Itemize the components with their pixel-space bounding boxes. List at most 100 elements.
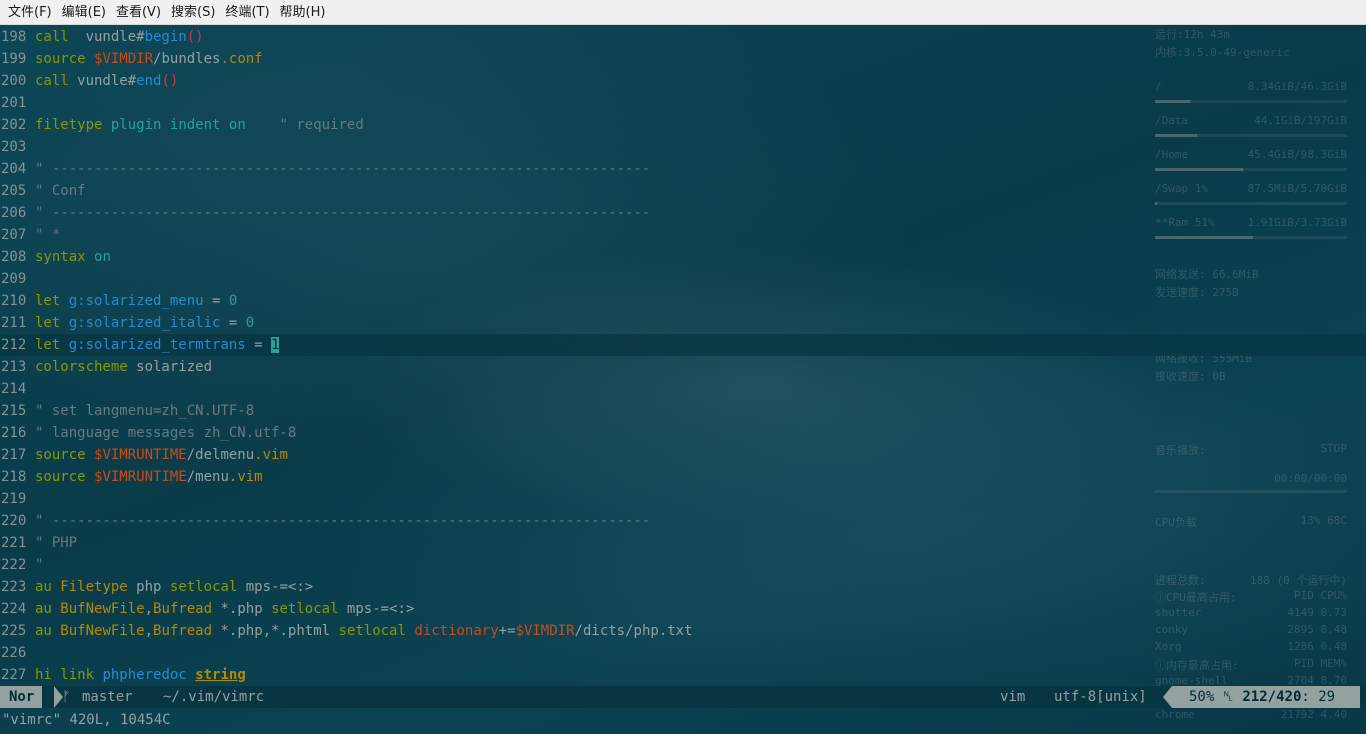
code-line[interactable]: 200 call vundle#end() xyxy=(0,70,1366,92)
line-number: 200 xyxy=(1,73,27,89)
line-code: let g:solarized_menu = 0 xyxy=(35,293,237,309)
line-number: 226 xyxy=(1,645,27,661)
code-token: vundle# xyxy=(68,73,137,89)
code-line[interactable]: 222 " xyxy=(0,554,1366,576)
code-line[interactable]: 209 xyxy=(0,268,1366,290)
code-token: let xyxy=(35,337,61,353)
vim-editor-buffer[interactable]: 198 call vundle#begin() 199 source $VIMDIR/… xyxy=(0,26,1366,686)
menu-edit[interactable]: 编辑(E) xyxy=(57,0,111,25)
code-token: source xyxy=(35,51,86,67)
position-separator xyxy=(1163,686,1172,708)
code-token: $VIMDIR xyxy=(515,623,575,639)
code-token: $VIMRUNTIME xyxy=(94,469,187,485)
code-token: source xyxy=(35,447,86,463)
code-line[interactable]: 225 au BufNewFile,Bufread *.php,*.phtml s… xyxy=(0,620,1366,642)
code-line[interactable]: 216 " language messages zh_CN.utf-8 xyxy=(0,422,1366,444)
cursor-position: 50% ␤ 212/420: 29 xyxy=(1172,686,1360,708)
code-token: *.php xyxy=(212,601,272,617)
code-line[interactable]: 199 source $VIMDIR/bundles.conf xyxy=(0,48,1366,70)
code-line[interactable]: 202 filetype plugin indent on " required xyxy=(0,114,1366,136)
code-line[interactable]: 221 " PHP xyxy=(0,532,1366,554)
code-token: BufNewFile xyxy=(60,623,145,639)
line-code: hi link phpheredoc string xyxy=(35,667,246,683)
code-line[interactable]: 208 syntax on xyxy=(0,246,1366,268)
code-token: hi xyxy=(35,667,52,683)
code-line[interactable]: 210 let g:solarized_menu = 0 xyxy=(0,290,1366,312)
line-number: 211 xyxy=(1,315,27,331)
line-code: call vundle#begin() xyxy=(35,29,204,45)
code-line[interactable]: 226 xyxy=(0,642,1366,664)
code-token: BufNewFile xyxy=(60,601,145,617)
code-line[interactable]: 201 xyxy=(0,92,1366,114)
code-line[interactable]: 224 au BufNewFile,Bufread *.php setlocal … xyxy=(0,598,1366,620)
line-number: 202 xyxy=(1,117,27,133)
code-token: mps-=<:> xyxy=(338,601,415,617)
code-line[interactable]: 227 hi link phpheredoc string xyxy=(0,664,1366,686)
code-line[interactable]: 206 " -----------------------------------… xyxy=(0,202,1366,224)
code-line[interactable]: 203 xyxy=(0,136,1366,158)
code-line[interactable]: 205 " Conf xyxy=(0,180,1366,202)
code-token: g:solarized_italic xyxy=(68,315,221,331)
file-type: vim xyxy=(1000,689,1026,705)
line-number: 206 xyxy=(1,205,27,221)
code-token: " --------------------------------------… xyxy=(35,205,651,221)
code-line[interactable]: 204 " -----------------------------------… xyxy=(0,158,1366,180)
line-number: 198 xyxy=(1,29,27,45)
line-number: 223 xyxy=(1,579,27,595)
code-token: Bufread xyxy=(153,623,213,639)
code-line[interactable]: 207 " * xyxy=(0,224,1366,246)
code-line[interactable]: 223 au Filetype php setlocal mps-=<:> xyxy=(0,576,1366,598)
line-code: " --------------------------------------… xyxy=(35,205,650,221)
line-code: " language messages zh_CN.utf-8 xyxy=(35,425,296,441)
line-number: 216 xyxy=(1,425,27,441)
code-token: let xyxy=(35,293,61,309)
code-line[interactable]: 217 source $VIMRUNTIME/delmenu.vim xyxy=(0,444,1366,466)
code-line[interactable]: 215 " set langmenu=zh_CN.UTF-8 xyxy=(0,400,1366,422)
code-line[interactable]: 219 xyxy=(0,488,1366,510)
menu-terminal[interactable]: 终端(T) xyxy=(220,0,274,25)
line-code: source $VIMRUNTIME/menu.vim xyxy=(35,469,263,485)
line-number: 210 xyxy=(1,293,27,309)
code-token: colorscheme xyxy=(35,359,128,375)
menu-view[interactable]: 查看(V) xyxy=(111,0,166,25)
code-line[interactable]: 211 let g:solarized_italic = 0 xyxy=(0,312,1366,334)
text-cursor: 1 xyxy=(271,337,280,353)
line-number: 224 xyxy=(1,601,27,617)
vim-command-line[interactable]: "vimrc" 420L, 10454C xyxy=(0,708,1366,734)
code-line[interactable]: 220 " -----------------------------------… xyxy=(0,510,1366,532)
menu-search[interactable]: 搜索(S) xyxy=(166,0,220,25)
line-number: 217 xyxy=(1,447,27,463)
line-number: 222 xyxy=(1,557,27,573)
code-token: setlocal xyxy=(271,601,339,617)
line-code: source $VIMDIR/bundles.conf xyxy=(35,51,263,67)
code-token: php xyxy=(127,579,170,595)
line-number: 199 xyxy=(1,51,27,67)
line-code: let g:solarized_termtrans = 1 xyxy=(35,337,280,353)
menu-help[interactable]: 帮助(H) xyxy=(275,0,331,25)
line-code: syntax on xyxy=(35,249,111,265)
code-line[interactable]: 214 xyxy=(0,378,1366,400)
code-token: += xyxy=(498,623,516,639)
menu-file[interactable]: 文件(F) xyxy=(3,0,57,25)
file-encoding: utf-8[unix] xyxy=(1054,689,1147,705)
line-number: 221 xyxy=(1,535,27,551)
line-number: 208 xyxy=(1,249,27,265)
line-number: 214 xyxy=(1,381,27,397)
code-token: Filetype xyxy=(60,579,128,595)
code-token: mps-=<:> xyxy=(237,579,314,595)
code-token: $VIMDIR xyxy=(94,51,154,67)
code-token: on xyxy=(228,117,246,133)
code-token: .vim xyxy=(228,469,263,485)
line-number: 201 xyxy=(1,95,27,111)
code-line[interactable]: 213 colorscheme solarized xyxy=(0,356,1366,378)
line-code: " PHP xyxy=(35,535,77,551)
code-line[interactable]: 218 source $VIMRUNTIME/menu.vim xyxy=(0,466,1366,488)
code-token: " required xyxy=(245,117,364,133)
code-line[interactable]: 198 call vundle#begin() xyxy=(0,26,1366,48)
code-token: 0 xyxy=(245,315,255,331)
current-line[interactable]: 212 let g:solarized_termtrans = 1 xyxy=(0,334,1366,356)
code-token: " language messages zh_CN.utf-8 xyxy=(35,425,297,441)
code-token: call xyxy=(35,73,69,89)
